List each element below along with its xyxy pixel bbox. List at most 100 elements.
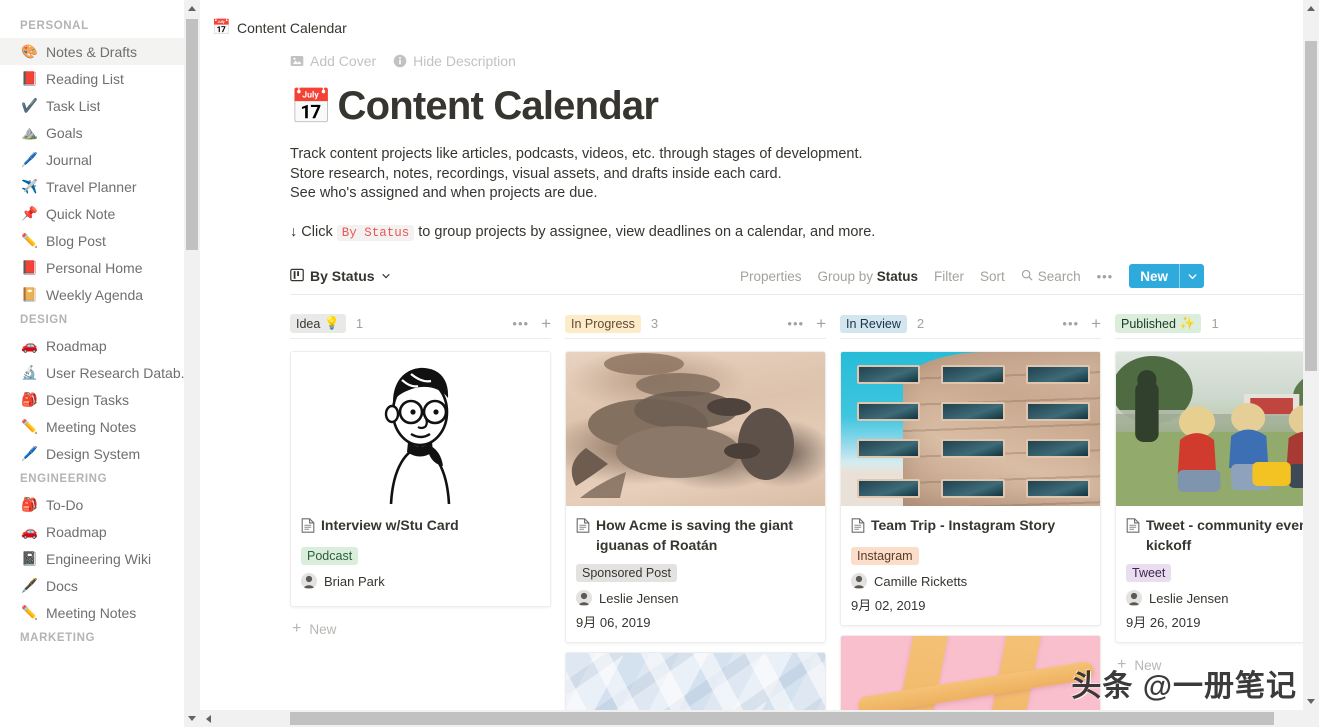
sidebar-item-travel-planner[interactable]: ✈️ Travel Planner (0, 173, 200, 200)
status-badge: Published ✨ (1115, 314, 1202, 333)
sidebar-item-label: Docs (46, 577, 78, 594)
main-horizontal-scroll-thumb[interactable] (290, 712, 1274, 725)
kanban-column-actions: ••• + (1062, 315, 1101, 332)
kanban-card-assignee-name: Leslie Jensen (1149, 590, 1229, 606)
sidebar-item-weekly-agenda[interactable]: 📔 Weekly Agenda (0, 281, 200, 308)
sidebar-item-emoji-icon: ⛰️ (21, 124, 38, 140)
status-badge: Idea 💡 (290, 314, 346, 333)
sort-button[interactable]: Sort (980, 269, 1005, 284)
card-photo-envelopes (566, 653, 825, 710)
page-title: 📅 Content Calendar (290, 84, 1303, 129)
description-line: Store research, notes, recordings, visua… (290, 165, 782, 182)
sidebar-item-blog-post[interactable]: ✏️ Blog Post (0, 227, 200, 254)
sidebar-item-meeting-notes[interactable]: ✏️ Meeting Notes (0, 599, 200, 626)
view-tab-by-status[interactable]: By Status (290, 268, 391, 285)
kanban-card[interactable]: How Acme is saving the giant iguanas of … (565, 351, 826, 643)
card-photo-building (841, 352, 1100, 506)
page-content: Add Cover Hide Description 📅 Content Cal… (200, 42, 1303, 710)
column-add-card-button[interactable]: + (816, 315, 826, 332)
status-badge-label: In Progress (571, 316, 635, 331)
add-new-card-button[interactable]: + New (1115, 652, 1303, 678)
sidebar-item-to-do[interactable]: 🎒 To-Do (0, 491, 200, 518)
sidebar-item-design-tasks[interactable]: 🎒 Design Tasks (0, 386, 200, 413)
kanban-card[interactable] (565, 652, 826, 710)
kanban-card[interactable] (840, 635, 1101, 710)
main-scroll-down-icon[interactable] (1303, 693, 1319, 710)
sidebar-item-emoji-icon: ✔️ (21, 97, 38, 113)
column-more-options-button[interactable]: ••• (512, 316, 529, 331)
add-new-card-button[interactable]: + New (290, 616, 551, 642)
sidebar-item-reading-list[interactable]: 📕 Reading List (0, 65, 200, 92)
sidebar-item-emoji-icon: 🎒 (21, 496, 38, 512)
column-add-card-button[interactable]: + (541, 315, 551, 332)
page-description: Track content projects like articles, po… (290, 145, 1303, 243)
sidebar-item-engineering-wiki[interactable]: 📓 Engineering Wiki (0, 545, 200, 572)
sidebar-item-roadmap[interactable]: 🚗 Roadmap (0, 518, 200, 545)
sidebar-item-emoji-icon: 📕 (21, 70, 38, 86)
hide-description-button[interactable]: Hide Description (393, 53, 516, 69)
sidebar-scrollbar[interactable] (184, 0, 200, 727)
status-badge-emoji-icon: 💡 (324, 316, 340, 330)
sidebar-scroll-thumb[interactable] (186, 19, 198, 250)
image-icon (290, 54, 304, 68)
filter-button[interactable]: Filter (934, 269, 964, 284)
sidebar-item-user-research-datab[interactable]: 🔬 User Research Datab... (0, 359, 200, 386)
kanban-card-assignee-name: Camille Ricketts (874, 573, 968, 589)
sidebar-item-emoji-icon: 📔 (21, 286, 38, 302)
breadcrumb[interactable]: Content Calendar (237, 20, 347, 36)
sidebar-item-journal[interactable]: 🖊️ Journal (0, 146, 200, 173)
sidebar-item-label: User Research Datab... (46, 364, 193, 381)
sidebar-scroll-up-icon[interactable] (184, 0, 200, 17)
main-vertical-scrollbar[interactable] (1303, 0, 1319, 710)
sidebar-item-quick-note[interactable]: 📌 Quick Note (0, 200, 200, 227)
new-button-dropdown[interactable] (1180, 264, 1204, 288)
column-more-options-button[interactable]: ••• (787, 316, 804, 331)
sidebar-item-label: Meeting Notes (46, 604, 137, 621)
sidebar-item-label: Journal (46, 151, 92, 168)
kanban-column-actions: ••• + (512, 315, 551, 332)
card-photo-hashtag (841, 636, 1100, 710)
page-title-text[interactable]: Content Calendar (338, 84, 659, 129)
status-badge-label: Published (1121, 316, 1176, 331)
kanban-column-in-review: In Review 2 ••• + Team Trip - Instagram Stor… (840, 309, 1101, 710)
sidebar-item-docs[interactable]: 🖋️ Docs (0, 572, 200, 599)
column-add-card-button[interactable]: + (1091, 315, 1101, 332)
kanban-card[interactable]: Tweet - community events kickoff Tweet Les… (1115, 351, 1303, 643)
kanban-card[interactable]: Interview w/Stu Card Podcast Brian Park (290, 351, 551, 607)
sidebar-item-meeting-notes[interactable]: ✏️ Meeting Notes (0, 413, 200, 440)
add-cover-button[interactable]: Add Cover (290, 53, 376, 69)
sidebar-item-label: Quick Note (46, 205, 116, 222)
hint-prefix: ↓ Click (290, 223, 333, 240)
document-icon (1126, 518, 1140, 538)
card-illustration-portrait (291, 352, 550, 506)
kanban-card-assignee: Leslie Jensen (1126, 590, 1303, 606)
kanban-card-title-text: Team Trip - Instagram Story (871, 517, 1056, 533)
sidebar-item-roadmap[interactable]: 🚗 Roadmap (0, 332, 200, 359)
properties-button[interactable]: Properties (740, 269, 802, 284)
kanban-card[interactable]: Team Trip - Instagram Story Instagram Cami… (840, 351, 1101, 626)
main-vertical-scroll-thumb[interactable] (1305, 41, 1317, 371)
group-by-button[interactable]: Group by Status (817, 269, 918, 284)
sidebar-item-task-list[interactable]: ✔️ Task List (0, 92, 200, 119)
sidebar-item-design-system[interactable]: 🖊️ Design System (0, 440, 200, 467)
sidebar-item-label: Design System (46, 445, 141, 462)
main-scroll-left-icon[interactable] (200, 710, 217, 727)
search-button[interactable]: Search (1021, 269, 1081, 284)
sidebar-scroll-down-icon[interactable] (184, 710, 200, 727)
sidebar-item-notes-drafts[interactable]: 🎨 Notes & Drafts (0, 38, 200, 65)
sidebar-item-label: Goals (46, 124, 83, 141)
column-more-options-button[interactable]: ••• (1062, 316, 1079, 331)
kanban-card-tag: Podcast (301, 547, 359, 565)
chevron-down-icon (381, 268, 391, 284)
main-horizontal-scrollbar[interactable] (200, 710, 1319, 727)
main-scroll-up-icon[interactable] (1303, 0, 1319, 17)
avatar (1126, 590, 1142, 606)
kanban-column-count: 1 (355, 316, 364, 331)
kanban-card-tag: Tweet (1126, 564, 1172, 582)
kanban-card-tag: Instagram (851, 547, 919, 565)
new-button[interactable]: New (1129, 264, 1204, 288)
more-options-button[interactable]: ••• (1097, 269, 1114, 284)
description-hint: ↓ Click By Status to group projects by a… (290, 223, 1303, 244)
sidebar-item-personal-home[interactable]: 📕 Personal Home (0, 254, 200, 281)
sidebar-item-goals[interactable]: ⛰️ Goals (0, 119, 200, 146)
